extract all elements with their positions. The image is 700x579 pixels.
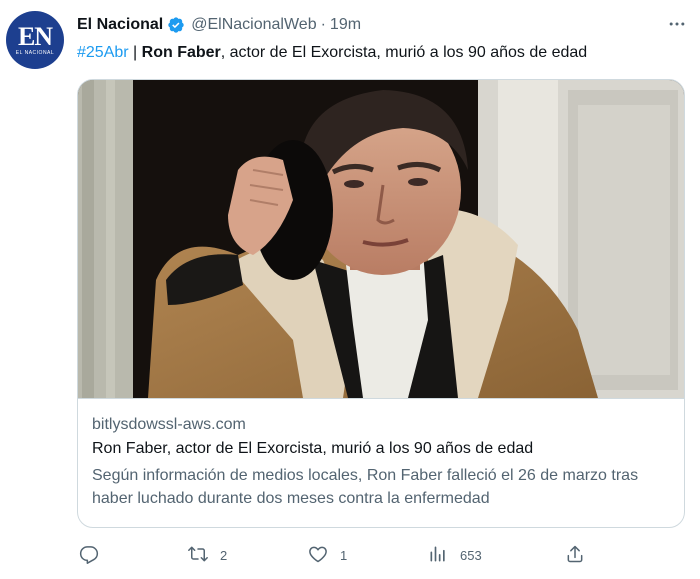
avatar-sublabel: EL NACIONAL [15, 49, 55, 56]
avatar-monogram: EN [17, 21, 53, 51]
author-name[interactable]: El Nacional [77, 16, 163, 34]
text-rest: , actor de El Exorcista, murió a los 90 … [220, 44, 588, 61]
text-bold-name: Ron Faber [141, 44, 221, 61]
share-button[interactable] [565, 540, 585, 570]
link-card[interactable]: bitlysdowssl-aws.com Ron Faber, actor de… [77, 79, 685, 528]
more-options-icon[interactable] [666, 14, 688, 34]
retweet-count: 2 [220, 547, 228, 563]
hashtag-link[interactable]: #25Abr [77, 44, 129, 61]
retweet-icon [188, 544, 208, 567]
views-button[interactable]: 653 [428, 540, 482, 570]
views-count: 653 [460, 547, 482, 563]
like-icon [308, 544, 328, 567]
verified-badge-icon [167, 16, 185, 34]
author-handle[interactable]: @ElNacionalWeb [191, 16, 316, 34]
views-icon [428, 544, 448, 567]
like-count: 1 [340, 547, 348, 563]
avatar[interactable]: EN EL NACIONAL [6, 11, 64, 69]
card-description: Según información de medios locales, Ron… [92, 467, 639, 507]
like-button[interactable]: 1 [308, 540, 347, 570]
tweet-text: #25Abr | Ron Faber, actor de El Exorcist… [77, 42, 587, 64]
reply-button[interactable] [79, 540, 99, 570]
card-info[interactable]: bitlysdowssl-aws.com Ron Faber, actor de… [78, 398, 684, 527]
text-separator: | [128, 44, 142, 61]
separator-dot: · [320, 16, 326, 33]
share-icon [565, 544, 585, 567]
tweet-header: El Nacional @ElNacionalWeb · 19m [77, 14, 361, 36]
card-title: Ron Faber, actor de El Exorcista, murió … [92, 440, 534, 457]
timestamp[interactable]: 19m [330, 16, 361, 34]
reply-icon [79, 544, 99, 567]
card-image[interactable] [78, 80, 684, 398]
retweet-button[interactable]: 2 [188, 540, 227, 570]
card-domain: bitlysdowssl-aws.com [92, 416, 246, 433]
action-bar: 2 1 653 [77, 540, 597, 570]
